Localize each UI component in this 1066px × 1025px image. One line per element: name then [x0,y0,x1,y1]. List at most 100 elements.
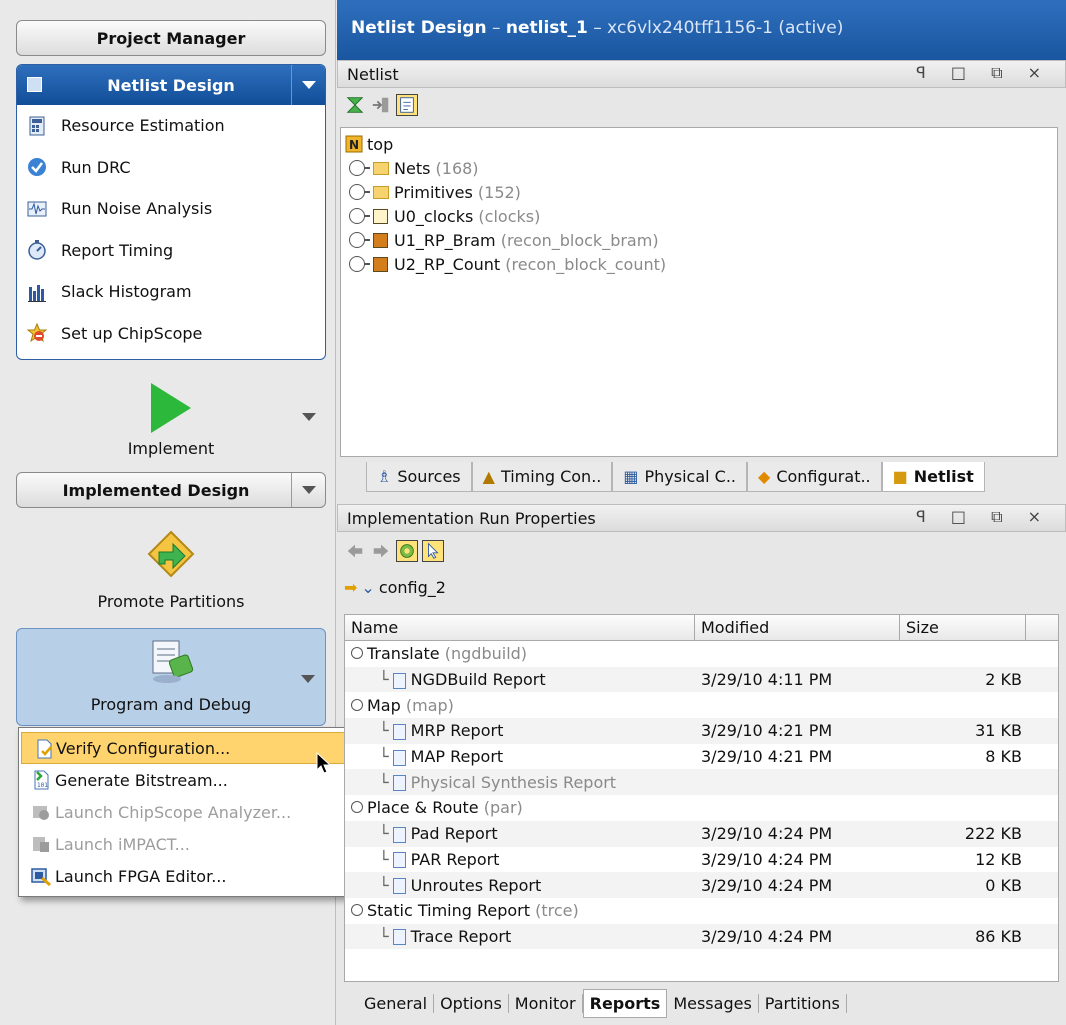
menu-item-launch-impact[interactable]: Launch iMPACT... [19,828,384,860]
netlist-chip-icon [27,77,42,92]
impl-toolbar [344,540,444,562]
task-run-noise-analysis[interactable]: Run Noise Analysis [17,188,325,230]
task-label: Resource Estimation [61,116,225,136]
table-row[interactable]: └ Trace Report 3/29/10 4:24 PM 86 KB [345,923,1058,950]
settings-icon[interactable] [396,540,418,562]
cell-name: └ Pad Report [345,824,695,843]
tab-messages[interactable]: Messages [667,993,759,1013]
cell-modified: 3/29/10 4:24 PM [701,926,833,946]
cell-size: 31 KB [975,721,1022,741]
row-label: Translate [367,644,440,664]
node-name: U1_RP_Bram [394,230,496,250]
tab-monitor[interactable]: Monitor [509,993,583,1013]
table-row[interactable]: Place & Route (par) [345,795,1058,821]
impl-panel-tabs: General Options Monitor Reports Messages… [344,987,847,1019]
tree-node-u2-rp-count[interactable]: U2_RP_Count (recon_block_count) [345,252,1057,276]
table-body: Translate (ngdbuild) └ NGDBuild Report 3/29… [345,641,1058,950]
row-label: Pad Report [410,824,498,844]
implemented-design-dropdown[interactable] [291,473,325,507]
panel-window-buttons[interactable]: ꟼ □ ⧉ × [916,507,1051,527]
table-row[interactable]: └ Pad Report 3/29/10 4:24 PM 222 KB [345,820,1058,847]
partition-icon [373,256,388,272]
window-title: Netlist Design [351,18,487,38]
column-header-size[interactable]: Size [900,615,1026,640]
waveform-icon [27,201,47,217]
expand-toggle-icon[interactable] [351,801,363,814]
tab-configurations[interactable]: ◆ Configurat.. [747,462,882,492]
select-pointer-icon[interactable] [422,540,444,562]
implemented-design-button[interactable]: Implemented Design [16,472,326,508]
table-row[interactable]: Map (map) [345,692,1058,718]
table-row[interactable]: └ Unroutes Report 3/29/10 4:24 PM 0 KB [345,872,1058,898]
tab-physical-constraints[interactable]: ▦ Physical C.. [612,462,748,492]
tab-label: Timing Con.. [500,467,602,486]
tab-netlist[interactable]: ■ Netlist [881,462,985,492]
expand-toggle-icon[interactable] [351,698,363,711]
expand-toggle-icon[interactable] [351,904,363,917]
menu-item-launch-chipscope-analyzer[interactable]: Launch ChipScope Analyzer... [19,796,384,828]
table-row[interactable]: └ Physical Synthesis Report [345,769,1058,796]
expand-toggle-icon[interactable] [349,256,370,272]
cell-name: Static Timing Report (trce) [345,901,695,920]
partition-icon [373,232,388,248]
tree-root-label: top [367,134,394,154]
show-hierarchy-icon[interactable] [396,94,418,116]
tab-general[interactable]: General [358,993,435,1013]
task-report-timing[interactable]: Report Timing [17,230,325,272]
table-row[interactable]: └ PAR Report 3/29/10 4:24 PM 12 KB [345,847,1058,873]
tree-node-u1-rp-bram[interactable]: U1_RP_Bram (recon_block_bram) [345,228,1057,252]
task-set-up-chipscope[interactable]: Set up ChipScope [17,313,325,355]
tree-root[interactable]: N top [345,132,1057,156]
forward-icon[interactable] [370,540,392,562]
netlist-toolbar [344,94,418,116]
tab-sources[interactable]: ♗ Sources [366,462,472,492]
table-row[interactable]: └ NGDBuild Report 3/29/10 4:11 PM 2 KB [345,666,1058,693]
netlist-design-dropdown[interactable] [291,65,325,105]
table-row[interactable]: Static Timing Report (trce) [345,898,1058,924]
report-file-icon [392,775,406,792]
menu-item-label: Launch iMPACT... [55,834,190,854]
task-slack-histogram[interactable]: Slack Histogram [17,271,325,313]
menu-item-launch-fpga-editor[interactable]: Launch FPGA Editor... [19,860,384,892]
table-row[interactable]: Translate (ngdbuild) [345,641,1058,667]
task-resource-estimation[interactable]: Resource Estimation [17,105,325,147]
report-file-icon [392,878,406,895]
node-name: Primitives [394,182,473,202]
chevron-down-icon[interactable] [302,413,316,421]
node-detail: (recon_block_count) [505,254,667,274]
folder-icon [373,185,389,199]
tab-options[interactable]: Options [434,993,509,1013]
expand-toggle-icon[interactable] [349,160,370,176]
panel-window-buttons[interactable]: ꟼ □ ⧉ × [916,63,1051,83]
table-row[interactable]: └ MAP Report 3/29/10 4:21 PM 8 KB [345,744,1058,770]
expand-toggle-icon[interactable] [349,208,370,224]
expand-toggle-icon[interactable] [351,647,363,660]
project-manager-button[interactable]: Project Manager [16,20,326,56]
collapse-all-icon[interactable] [344,94,366,116]
column-header-modified[interactable]: Modified [695,615,900,640]
netlist-tree: N top Nets (168) Primitives (152) U0_clo… [340,127,1058,457]
implement-step[interactable]: Implement [16,383,326,458]
tree-node-nets[interactable]: Nets (168) [345,156,1057,180]
expand-toggle-icon[interactable] [349,184,370,200]
table-row[interactable]: └ MRP Report 3/29/10 4:21 PM 31 KB [345,718,1058,744]
expand-all-icon[interactable] [370,94,392,116]
promote-partitions-step[interactable]: Promote Partitions [16,530,326,620]
expand-toggle-icon[interactable] [349,232,370,248]
tab-timing-constraints[interactable]: ▲ Timing Con.. [471,462,613,492]
column-header-name[interactable]: Name [345,615,695,640]
cell-modified: 3/29/10 4:21 PM [701,747,833,767]
program-and-debug-step[interactable]: Program and Debug [16,628,326,726]
back-icon[interactable] [344,540,366,562]
tab-partitions[interactable]: Partitions [759,993,847,1013]
task-label: Run Noise Analysis [61,199,213,219]
configurations-icon: ◆ [758,467,771,486]
tab-reports[interactable]: Reports [582,988,668,1018]
task-run-drc[interactable]: Run DRC [17,147,325,189]
run-selector[interactable]: ➡ ⌄ config_2 [344,578,446,597]
report-file-icon [392,672,406,689]
netlist-design-header[interactable]: Netlist Design [17,65,325,105]
tree-node-u0-clocks[interactable]: U0_clocks (clocks) [345,204,1057,228]
chevron-down-icon[interactable] [301,675,315,683]
tree-node-primitives[interactable]: Primitives (152) [345,180,1057,204]
